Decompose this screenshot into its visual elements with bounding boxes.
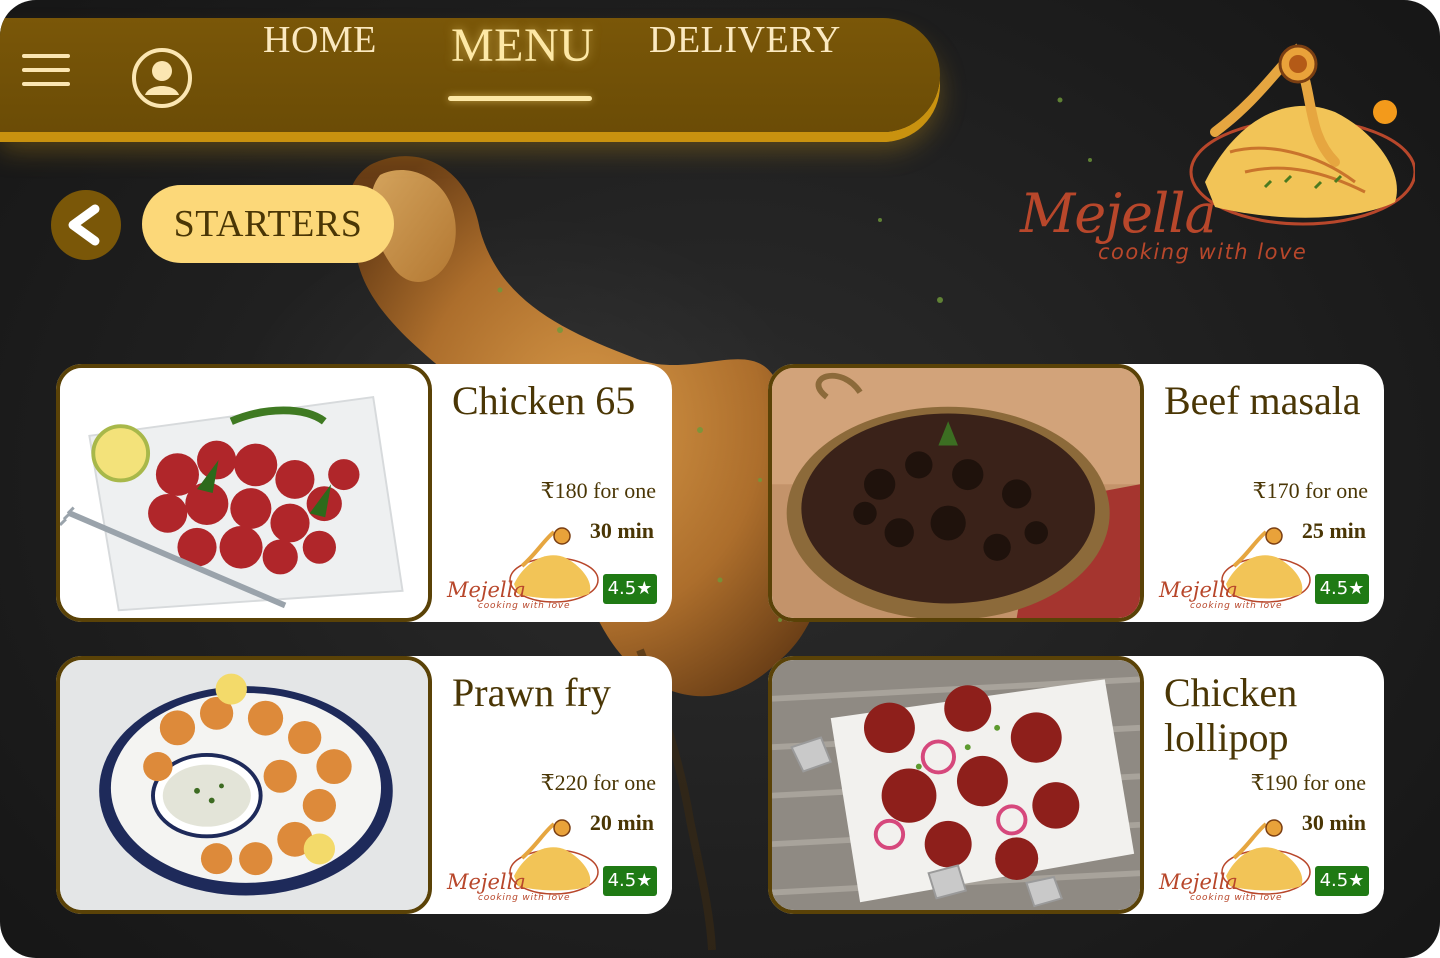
mini-brand-name: Mejella	[1159, 870, 1238, 894]
brand-name: Mejella	[1020, 182, 1217, 245]
user-profile-icon[interactable]	[131, 47, 193, 109]
rating-badge: 4.5★	[1315, 866, 1369, 896]
item-name: Prawn fry	[452, 670, 611, 715]
item-name: Chicken 65	[452, 378, 636, 423]
mini-brand-tagline: cooking with love	[1190, 893, 1283, 903]
mini-brand-name: Mejella	[447, 578, 526, 602]
rating-badge: 4.5★	[603, 574, 657, 604]
item-price: ₹220 for one	[540, 770, 656, 795]
item-price: ₹170 for one	[1252, 478, 1368, 503]
menu-item-card[interactable]: Chicken 65 ₹180 for one 30 min Mejella c…	[56, 364, 672, 622]
mini-brand-name: Mejella	[1159, 578, 1238, 602]
mini-brand-name: Mejella	[447, 870, 526, 894]
food-photo	[56, 364, 432, 622]
menu-item-card[interactable]: Prawn fry ₹220 for one 20 min Mejella co…	[56, 656, 672, 914]
item-name: Beef masala	[1164, 378, 1361, 423]
food-photo	[56, 656, 432, 914]
top-navbar: HOME MENU DELIVERY	[0, 18, 940, 132]
rating-badge: 4.5★	[603, 866, 657, 896]
nav-delivery-link[interactable]: DELIVERY	[649, 18, 841, 62]
nav-active-indicator	[448, 96, 592, 101]
hamburger-menu-icon[interactable]	[22, 54, 70, 90]
item-name: Chicken lollipop	[1164, 670, 1298, 760]
item-price: ₹190 for one	[1250, 770, 1366, 795]
food-photo	[768, 364, 1144, 622]
food-photo	[768, 656, 1144, 914]
brand-tagline: cooking with love	[1098, 240, 1308, 264]
rating-badge: 4.5★	[1315, 574, 1369, 604]
app-frame: HOME MENU DELIVERY STARTERS Mejella cook…	[0, 0, 1440, 958]
nav-menu-link[interactable]: MENU	[451, 18, 594, 73]
chevron-left-icon	[68, 204, 100, 246]
back-button[interactable]	[51, 190, 121, 260]
mini-brand-tagline: cooking with love	[478, 893, 571, 903]
menu-item-card[interactable]: Chicken lollipop ₹190 for one 30 min Mej…	[768, 656, 1384, 914]
nav-home-link[interactable]: HOME	[263, 18, 377, 62]
mini-brand-tagline: cooking with love	[1190, 601, 1283, 611]
category-pill-starters[interactable]: STARTERS	[142, 185, 394, 263]
item-price: ₹180 for one	[540, 478, 656, 503]
menu-item-card[interactable]: Beef masala ₹170 for one 25 min Mejella …	[768, 364, 1384, 622]
mini-brand-tagline: cooking with love	[478, 601, 571, 611]
